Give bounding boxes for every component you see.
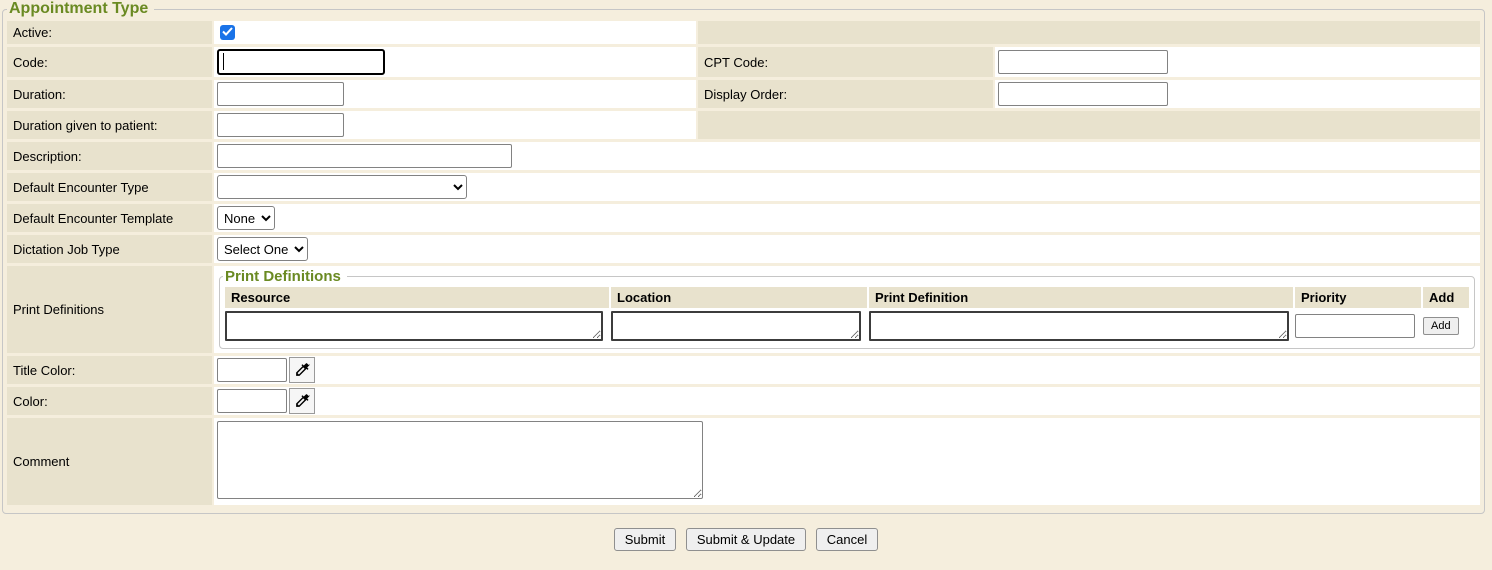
description-label: Description: <box>7 142 212 170</box>
submit-button[interactable]: Submit <box>614 528 676 551</box>
active-field-cell <box>214 21 696 44</box>
print-definitions-header-row: Resource Location Print Definition Prior… <box>225 287 1469 308</box>
column-header-resource: Resource <box>225 287 609 308</box>
print-definition-cell <box>869 310 1293 342</box>
text-caret <box>223 53 224 70</box>
appointment-type-fieldset: Appointment Type Active: Code: <box>2 0 1485 514</box>
comment-textarea[interactable] <box>217 421 703 499</box>
column-header-add: Add <box>1423 287 1469 308</box>
duration-patient-row-spacer <box>698 111 1480 139</box>
print-definitions-entry-row: Add <box>225 310 1469 342</box>
eyedropper-icon <box>294 392 311 409</box>
comment-label: Comment <box>7 418 212 505</box>
cancel-button[interactable]: Cancel <box>816 528 878 551</box>
code-label: Code: <box>7 47 212 77</box>
row-print-definitions: Print Definitions Print Definitions Reso… <box>7 266 1480 353</box>
location-textarea[interactable] <box>611 311 861 341</box>
row-duration-patient: Duration given to patient: <box>7 111 1480 139</box>
print-definitions-label: Print Definitions <box>7 266 212 353</box>
print-definitions-table: Resource Location Print Definition Prior… <box>223 285 1471 344</box>
color-field-cell <box>214 387 1480 415</box>
location-cell <box>611 310 867 342</box>
page-title: Appointment Type <box>7 0 154 18</box>
dictation-job-type-label: Dictation Job Type <box>7 235 212 263</box>
active-checkbox[interactable] <box>220 25 235 40</box>
default-encounter-type-label: Default Encounter Type <box>7 173 212 201</box>
default-encounter-template-label: Default Encounter Template <box>7 204 212 232</box>
cpt-code-label: CPT Code: <box>698 47 993 77</box>
row-description: Description: <box>7 142 1480 170</box>
color-label: Color: <box>7 387 212 415</box>
check-icon <box>222 27 233 36</box>
resource-cell <box>225 310 609 342</box>
priority-input[interactable] <box>1295 314 1415 338</box>
default-encounter-template-field-cell: None <box>214 204 1480 232</box>
duration-field-cell <box>214 80 696 108</box>
display-order-input[interactable] <box>998 82 1168 106</box>
title-color-field-cell <box>214 356 1480 384</box>
cpt-code-input[interactable] <box>998 50 1168 74</box>
row-default-encounter-type: Default Encounter Type <box>7 173 1480 201</box>
row-duration: Duration: Display Order: <box>7 80 1480 108</box>
default-encounter-type-select[interactable] <box>217 175 467 199</box>
display-order-field-cell <box>995 80 1480 108</box>
color-input[interactable] <box>217 389 287 413</box>
priority-cell <box>1295 310 1421 342</box>
description-input[interactable] <box>217 144 512 168</box>
row-dictation-job-type: Dictation Job Type Select One <box>7 235 1480 263</box>
add-cell: Add <box>1423 310 1469 342</box>
appointment-type-form-table: Active: Code: CPT Code: <box>5 18 1482 508</box>
column-header-priority: Priority <box>1295 287 1421 308</box>
duration-patient-input[interactable] <box>217 113 344 137</box>
add-button[interactable]: Add <box>1423 317 1459 335</box>
code-field-cell <box>214 47 696 77</box>
description-field-cell <box>214 142 1480 170</box>
default-encounter-template-select[interactable]: None <box>217 206 275 230</box>
row-comment: Comment <box>7 418 1480 505</box>
title-color-picker-button[interactable] <box>289 357 315 383</box>
row-title-color: Title Color: <box>7 356 1480 384</box>
row-code: Code: CPT Code: <box>7 47 1480 77</box>
dictation-job-type-select[interactable]: Select One <box>217 237 308 261</box>
column-header-location: Location <box>611 287 867 308</box>
dictation-job-type-field-cell: Select One <box>214 235 1480 263</box>
duration-patient-label: Duration given to patient: <box>7 111 212 139</box>
print-definitions-fieldset: Print Definitions Resource Location Prin… <box>219 268 1475 349</box>
cpt-code-field-cell <box>995 47 1480 77</box>
color-picker-button[interactable] <box>289 388 315 414</box>
form-actions: Submit Submit & Update Cancel <box>0 528 1492 551</box>
active-label: Active: <box>7 21 212 44</box>
print-definition-textarea[interactable] <box>869 311 1289 341</box>
duration-patient-field-cell <box>214 111 696 139</box>
comment-field-cell <box>214 418 1480 505</box>
row-default-encounter-template: Default Encounter Template None <box>7 204 1480 232</box>
print-definitions-legend: Print Definitions <box>223 268 347 285</box>
resource-textarea[interactable] <box>225 311 603 341</box>
code-input[interactable] <box>217 49 385 75</box>
print-definitions-field-cell: Print Definitions Resource Location Prin… <box>214 266 1480 353</box>
row-color: Color: <box>7 387 1480 415</box>
default-encounter-type-field-cell <box>214 173 1480 201</box>
title-color-label: Title Color: <box>7 356 212 384</box>
duration-label: Duration: <box>7 80 212 108</box>
title-color-input[interactable] <box>217 358 287 382</box>
display-order-label: Display Order: <box>698 80 993 108</box>
duration-input[interactable] <box>217 82 344 106</box>
column-header-print-definition: Print Definition <box>869 287 1293 308</box>
eyedropper-icon <box>294 361 311 378</box>
row-active: Active: <box>7 21 1480 44</box>
active-row-spacer <box>698 21 1480 44</box>
submit-update-button[interactable]: Submit & Update <box>686 528 806 551</box>
